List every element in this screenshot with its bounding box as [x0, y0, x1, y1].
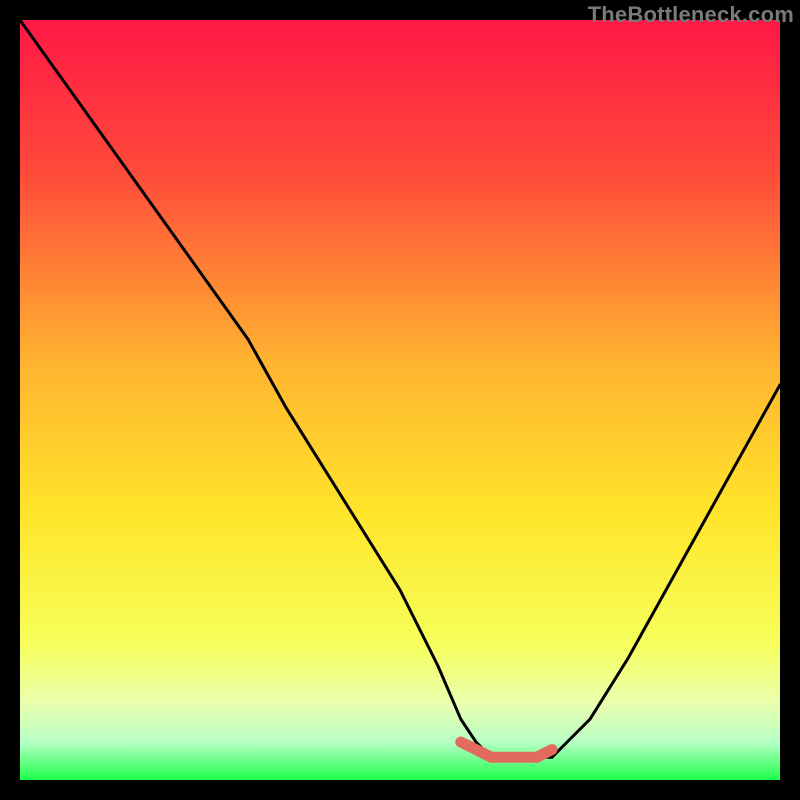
chart-svg	[20, 20, 780, 780]
watermark-text: TheBottleneck.com	[588, 2, 794, 28]
optimal-region-marker	[461, 742, 552, 757]
chart-frame: TheBottleneck.com	[0, 0, 800, 800]
bottleneck-curve	[20, 20, 780, 757]
plot-area	[20, 20, 780, 780]
